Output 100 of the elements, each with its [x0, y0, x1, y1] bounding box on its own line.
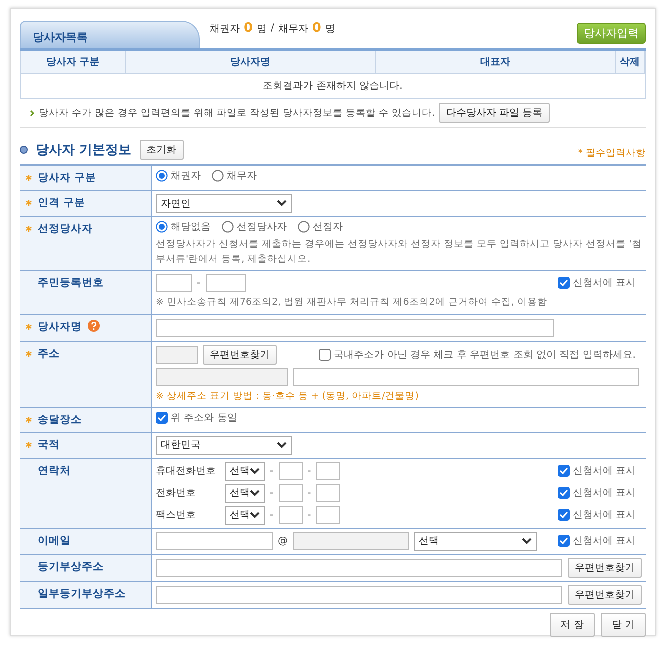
field-label: 당사자 구분 [38, 171, 97, 185]
checkbox[interactable] [558, 465, 570, 478]
checkbox-label: 신청서에 표시 [572, 277, 636, 290]
help-text: 선정당사자가 신청서를 제출하는 경우에는 선정당사자와 선정자 정보를 모두 입력하시고 당사자 선정서를 '첨부서류'란에서 등록, 제출하십시오. [156, 238, 642, 268]
dropdown[interactable]: 선택 [414, 532, 537, 551]
column-header: 대표자 [376, 51, 616, 73]
chevron-down-icon [250, 490, 260, 497]
field-label: 일부등기부상주소 [38, 586, 126, 601]
dropdown[interactable]: 선택 [225, 506, 265, 525]
radio-button[interactable] [156, 170, 168, 182]
radio-button[interactable] [212, 170, 224, 182]
checkbox[interactable] [558, 487, 570, 500]
checkbox[interactable] [558, 535, 570, 548]
count-label: 채권자 [210, 22, 240, 36]
detail-address-field[interactable] [293, 368, 639, 386]
reset-button[interactable]: 초기화 [140, 140, 184, 160]
dropdown[interactable]: 선택 [225, 462, 265, 481]
field-label: 선정당사자 [38, 222, 93, 236]
count-unit: 명 [257, 22, 268, 36]
column-header: 삭제 [616, 51, 645, 73]
dropdown[interactable]: 선택 [225, 484, 265, 503]
help-icon[interactable] [88, 320, 100, 332]
input-field[interactable] [278, 462, 303, 480]
field-label: 등기부상주소 [38, 560, 104, 574]
field-label: 전화번호 [156, 487, 197, 500]
checkbox-label: 신청서에 표시 [572, 535, 636, 548]
file-upload-button[interactable]: 다수당사자 파일 등록 [439, 103, 550, 123]
radio-label: 채무자 [227, 170, 257, 183]
chevron-down-icon [277, 442, 287, 449]
input-field[interactable] [278, 506, 303, 524]
checkbox[interactable] [156, 412, 168, 424]
radio-button[interactable] [156, 221, 168, 233]
chevron-down-icon [522, 538, 532, 545]
field-label: 주소 [38, 346, 60, 361]
input-field[interactable] [156, 274, 192, 292]
field-label: 팩스번호 [156, 509, 197, 522]
zip-search-button[interactable]: 우편번호찾기 [203, 344, 277, 365]
field-label: 인격 구분 [38, 196, 86, 210]
zip-search-button[interactable]: 우편번호찾기 [568, 558, 642, 578]
chevron-down-icon [250, 512, 260, 519]
dropdown[interactable]: 대한민국 [156, 436, 292, 455]
info-text: 당사자 수가 많은 경우 입력편의를 위해 파일로 작성된 당사자정보를 등록할 수 있습니다. [39, 106, 436, 120]
checkbox[interactable] [558, 509, 570, 522]
checkbox[interactable] [558, 277, 570, 290]
checkbox-label: 국내주소가 아닌 경우 체크 후 우편번호 조회 없이 직접 입력하세요. [334, 348, 636, 362]
help-text: ※ 상세주소 표기 방법 : 동·호수 등 + (동명, 아파트/건물명) [156, 390, 420, 404]
chevron-down-icon [277, 200, 287, 207]
chevron-down-icon [250, 468, 260, 475]
empty-message: 조회결과가 존재하지 않습니다. [21, 73, 645, 98]
checkbox[interactable] [319, 348, 332, 361]
field-label: 이메일 [38, 534, 71, 548]
field-label: 주민등록번호 [38, 276, 104, 290]
tab[interactable]: 당사자목록 [20, 21, 200, 48]
count-unit: 명 [325, 22, 336, 36]
input-field[interactable] [316, 484, 340, 502]
input-field[interactable] [206, 274, 246, 292]
checkbox-label: 신청서에 표시 [572, 465, 636, 478]
zip-search-button[interactable]: 우편번호찾기 [568, 584, 642, 605]
radio-label: 해당없음 [171, 221, 211, 234]
radio-label: 선정자 [313, 221, 343, 234]
radio-button[interactable] [298, 221, 310, 233]
required-note: * 필수입력사항 [578, 147, 646, 160]
count-value: 0 [312, 21, 322, 36]
dash-separator: - [270, 488, 274, 499]
at-sign: @ [278, 536, 288, 547]
dash-separator: - [197, 278, 201, 289]
domain-field[interactable] [293, 532, 409, 550]
count-label: 채무자 [278, 22, 308, 36]
column-header: 당사자 구분 [21, 51, 126, 73]
checkbox-label: 위 주소와 동일 [171, 412, 238, 425]
dash-separator: - [308, 510, 312, 521]
input-field[interactable] [278, 484, 303, 502]
address-field[interactable] [156, 558, 562, 577]
radio-label: 선정당사자 [237, 221, 287, 234]
section-title: 당사자 기본정보 [36, 142, 132, 159]
dropdown[interactable]: 자연인 [156, 194, 292, 213]
radio-button[interactable] [222, 221, 234, 233]
dash-separator: - [270, 510, 274, 521]
zip-field[interactable] [156, 346, 198, 364]
close-button[interactable]: 닫 기 [600, 612, 646, 637]
field-label: 휴대전화번호 [156, 465, 217, 478]
bullet-icon [20, 146, 28, 154]
address-field[interactable] [156, 368, 288, 386]
count-separator: / [271, 23, 274, 34]
dash-separator: - [308, 488, 312, 499]
field-label: 송달장소 [38, 412, 82, 427]
radio-label: 채권자 [171, 170, 201, 183]
column-header: 당사자명 [126, 51, 376, 73]
dash-separator: - [270, 466, 274, 477]
field-label: 국적 [38, 438, 60, 452]
address-field[interactable] [156, 586, 562, 604]
save-button[interactable]: 저 장 [550, 612, 595, 637]
help-text: ※ 민사소송규칙 제76조의2, 법원 재판사무 처리규칙 제6조의2에 근거하여 수집, 이용함 [156, 296, 548, 310]
input-field[interactable] [316, 506, 340, 524]
input-field[interactable] [156, 318, 554, 337]
input-field[interactable] [316, 462, 340, 480]
email-field[interactable] [156, 532, 273, 550]
field-label: 당사자명 [38, 320, 82, 334]
field-label: 연락처 [38, 464, 71, 478]
checkbox-label: 신청서에 표시 [572, 487, 636, 500]
